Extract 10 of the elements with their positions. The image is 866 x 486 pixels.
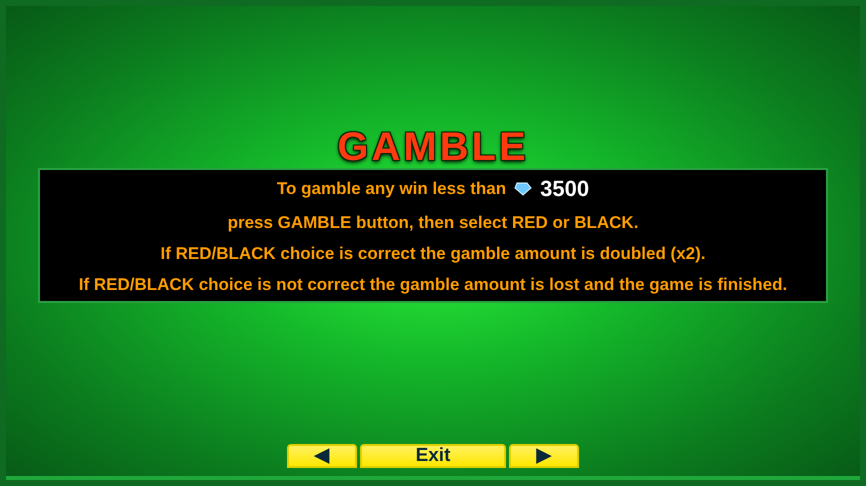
max-amount: 3500: [540, 176, 590, 202]
exit-button[interactable]: Exit: [360, 444, 506, 468]
gem-icon: [514, 182, 532, 196]
info-text: If RED/BLACK choice is correct the gamble amount is doubled (x2).: [160, 244, 706, 264]
info-text: To gamble any win less than: [276, 179, 506, 199]
info-text: press GAMBLE button, then select RED or BLACK.: [228, 213, 638, 233]
next-button[interactable]: ▶: [509, 444, 579, 468]
gamble-title: GAMBLE: [337, 126, 529, 168]
info-text: If RED/BLACK choice is not correct the gamble amount is lost and the game is finished.: [78, 275, 788, 295]
previous-button[interactable]: ◀: [287, 444, 357, 468]
